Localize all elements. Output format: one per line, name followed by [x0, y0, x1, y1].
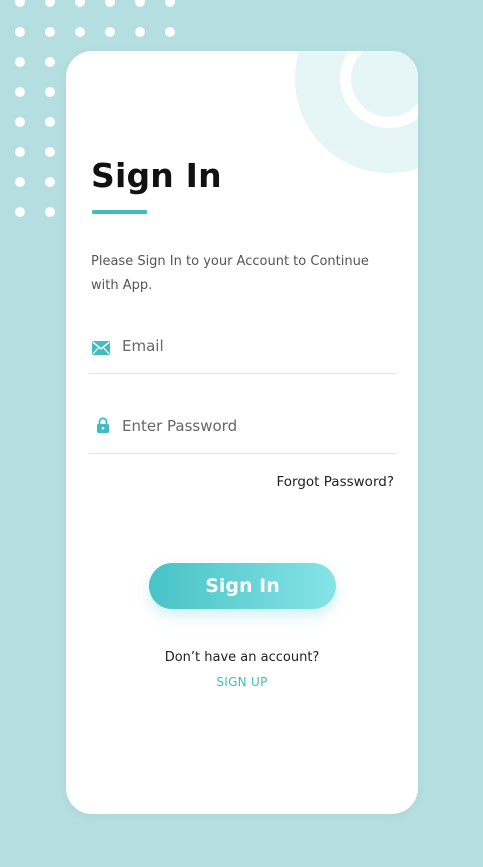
lock-icon [97, 417, 109, 433]
email-field-row [89, 321, 396, 374]
signin-card: Sign In Please Sign In to your Account t… [66, 51, 418, 814]
forgot-password-link[interactable]: Forgot Password? [277, 474, 395, 490]
password-input[interactable] [122, 413, 382, 439]
page-subtitle: Please Sign In to your Account to Contin… [91, 254, 369, 293]
page-title: Sign In [91, 156, 222, 195]
envelope-icon [92, 341, 110, 355]
circle-decoration [295, 51, 418, 173]
sign-in-button[interactable]: Sign In [149, 563, 336, 609]
email-input[interactable] [122, 333, 382, 359]
sign-up-link[interactable]: SIGN UP [66, 675, 418, 689]
password-field-row [89, 401, 396, 454]
no-account-text: Don’t have an account? [164, 650, 320, 665]
title-underline [92, 210, 147, 214]
